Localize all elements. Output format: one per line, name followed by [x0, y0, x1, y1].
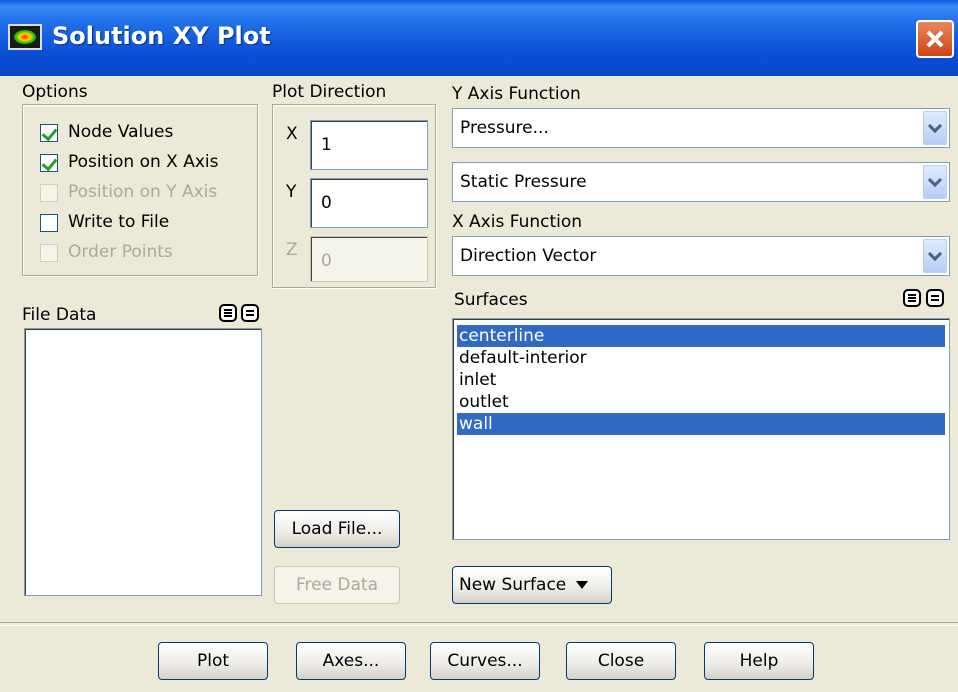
order-points-checkbox — [40, 244, 58, 262]
write-to-file-checkbox[interactable] — [40, 214, 58, 232]
help-button[interactable]: Help — [704, 642, 814, 680]
x-axis-function-dropdown[interactable]: Direction Vector — [452, 236, 950, 276]
surfaces-deselect-all-button[interactable] — [926, 289, 944, 307]
y-direction-input[interactable]: 0 — [310, 178, 428, 228]
surfaces-select-all-button[interactable] — [903, 289, 921, 307]
y-axis-subfunction-dropdown[interactable]: Static Pressure — [452, 162, 950, 202]
file-data-deselect-all-button[interactable] — [241, 304, 259, 322]
position-x-label: Position on X Axis — [68, 152, 219, 172]
list-item[interactable]: inlet — [457, 369, 945, 391]
node-values-label: Node Values — [68, 122, 174, 142]
title-bar[interactable]: Solution XY Plot — [0, 0, 958, 76]
z-direction-input: 0 — [310, 236, 428, 282]
z-direction-label: Z — [286, 240, 298, 260]
axes-button[interactable]: Axes... — [296, 642, 406, 680]
window-title: Solution XY Plot — [52, 22, 271, 50]
app-icon — [8, 24, 42, 50]
chevron-down-icon[interactable] — [923, 239, 947, 273]
file-data-label: File Data — [22, 305, 97, 325]
load-file-button[interactable]: Load File... — [274, 510, 400, 548]
surfaces-label: Surfaces — [454, 290, 528, 310]
file-data-list[interactable] — [24, 328, 262, 596]
file-data-select-all-button[interactable] — [219, 304, 237, 322]
position-x-checkbox[interactable] — [40, 154, 58, 172]
plot-button[interactable]: Plot — [158, 642, 268, 680]
position-y-checkbox — [40, 184, 58, 202]
curves-button[interactable]: Curves... — [430, 642, 540, 680]
x-axis-function-value: Direction Vector — [460, 246, 597, 266]
separator — [0, 622, 958, 626]
close-window-button[interactable] — [916, 20, 954, 58]
chevron-down-icon[interactable] — [923, 111, 947, 145]
list-item[interactable]: wall — [457, 413, 945, 435]
close-button[interactable]: Close — [566, 642, 676, 680]
x-direction-input[interactable]: 1 — [310, 120, 428, 170]
write-to-file-checkbox-row[interactable]: Write to File — [40, 212, 250, 234]
x-axis-function-label: X Axis Function — [452, 212, 583, 232]
y-axis-function-label: Y Axis Function — [452, 84, 581, 104]
order-points-checkbox-row: Order Points — [40, 242, 250, 264]
new-surface-label: New Surface — [459, 575, 567, 595]
new-surface-button[interactable]: New Surface — [452, 566, 612, 604]
list-item[interactable]: centerline — [457, 325, 945, 347]
x-direction-label: X — [286, 124, 298, 144]
y-axis-subfunction-value: Static Pressure — [460, 172, 587, 192]
position-x-checkbox-row[interactable]: Position on X Axis — [40, 152, 250, 174]
triangle-down-icon — [575, 581, 588, 589]
y-axis-function-value: Pressure... — [460, 118, 549, 138]
position-y-checkbox-row: Position on Y Axis — [40, 182, 250, 204]
options-label: Options — [22, 82, 88, 102]
position-y-label: Position on Y Axis — [68, 182, 218, 202]
y-direction-label: Y — [286, 182, 297, 202]
list-item[interactable]: default-interior — [457, 347, 945, 369]
order-points-label: Order Points — [68, 242, 173, 262]
plot-direction-label: Plot Direction — [272, 82, 387, 102]
write-to-file-label: Write to File — [68, 212, 170, 232]
chevron-down-icon[interactable] — [923, 165, 947, 199]
node-values-checkbox[interactable] — [40, 124, 58, 142]
node-values-checkbox-row[interactable]: Node Values — [40, 122, 250, 144]
surfaces-list[interactable]: centerline default-interior inlet outlet… — [452, 318, 950, 540]
free-data-button: Free Data — [274, 566, 400, 604]
y-axis-function-dropdown[interactable]: Pressure... — [452, 108, 950, 148]
list-item[interactable]: outlet — [457, 391, 945, 413]
